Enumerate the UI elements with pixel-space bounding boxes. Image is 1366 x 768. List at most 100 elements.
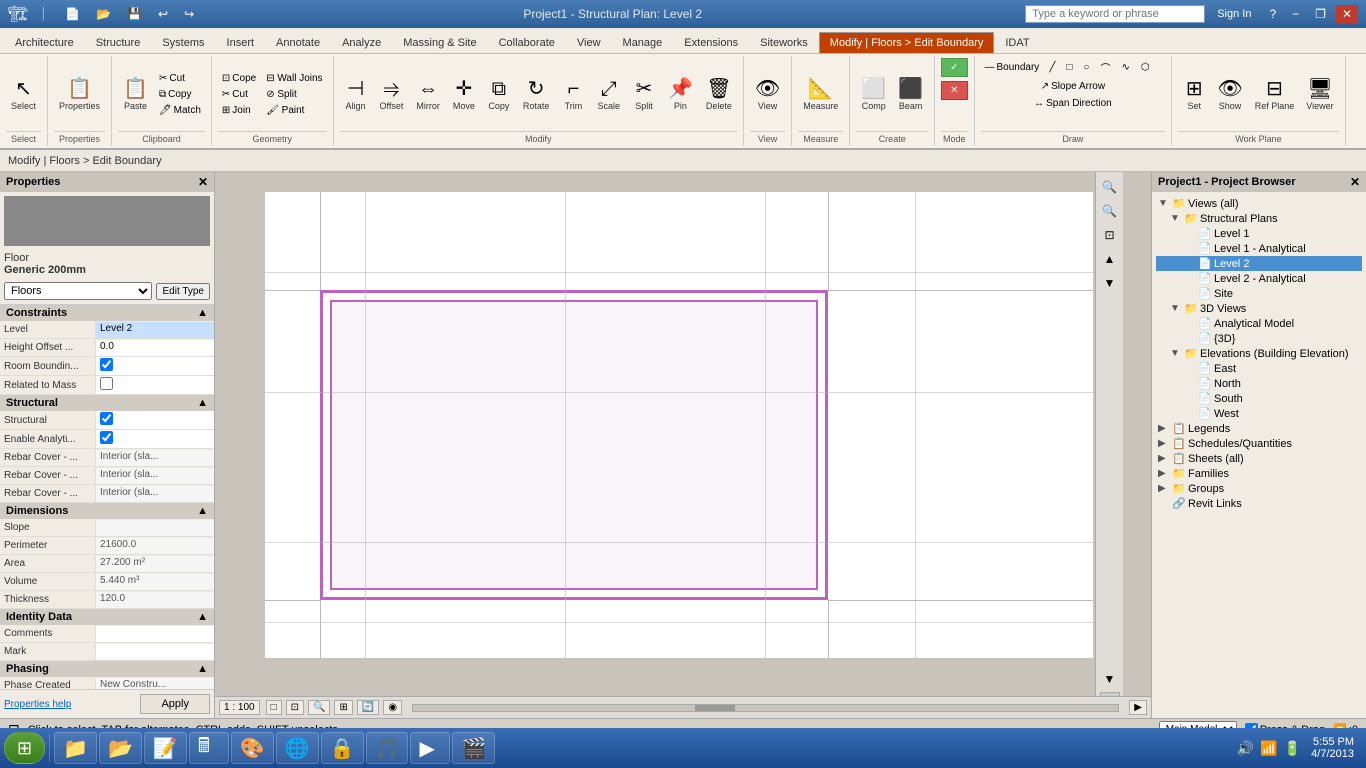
draw-rect-btn[interactable]: □ bbox=[1062, 58, 1076, 77]
scroll-up-btn[interactable]: ▲ bbox=[1099, 248, 1121, 270]
tree-item-revit-links[interactable]: 🔗 Revit Links bbox=[1156, 496, 1362, 511]
set-btn[interactable]: ⊞ Set bbox=[1178, 76, 1210, 114]
span-direction-btn[interactable]: ↔ Span Direction bbox=[1030, 96, 1116, 111]
tab-idat[interactable]: IDAT bbox=[994, 32, 1040, 53]
move-btn[interactable]: ✛ Move bbox=[448, 76, 480, 114]
room-bounding-value[interactable] bbox=[95, 357, 214, 375]
copy-btn[interactable]: ⧉ Copy bbox=[155, 87, 205, 102]
tree-item-structural-plans[interactable]: ▼ 📁 Structural Plans bbox=[1156, 211, 1362, 226]
restore-btn[interactable]: ❐ bbox=[1309, 5, 1332, 23]
cut-geometry-btn[interactable]: ✂ Cut bbox=[218, 87, 260, 102]
beam-system-btn[interactable]: ⬛ Beam bbox=[893, 76, 928, 114]
taskbar-security[interactable]: 🔒 bbox=[321, 732, 364, 764]
quick-access-new[interactable]: 📄 bbox=[59, 5, 86, 23]
tree-item-schedules[interactable]: ▶ 📋 Schedules/Quantities bbox=[1156, 436, 1362, 451]
offset-btn[interactable]: ⥤ Offset bbox=[375, 76, 409, 114]
taskbar-media[interactable]: 🎵 bbox=[366, 732, 409, 764]
tree-item-level1-analytical[interactable]: 📄 Level 1 - Analytical bbox=[1156, 241, 1362, 256]
help-btn[interactable]: ? bbox=[1263, 5, 1282, 23]
tray-icon-1[interactable]: 🔊 bbox=[1237, 740, 1254, 757]
pb-close-btn[interactable]: ✕ bbox=[1350, 175, 1360, 189]
view-ribbon-btn[interactable]: 👁 View bbox=[750, 76, 785, 114]
finish-mode-btn[interactable]: ✓ bbox=[941, 58, 967, 77]
apply-button[interactable]: Apply bbox=[140, 694, 210, 714]
structural-checkbox[interactable] bbox=[100, 412, 113, 425]
quick-access-undo[interactable]: ↩ bbox=[152, 5, 174, 23]
tree-item-west[interactable]: 📄 West bbox=[1156, 406, 1362, 421]
pin-btn[interactable]: 📌 Pin bbox=[663, 76, 698, 114]
cancel-mode-btn[interactable]: ✕ bbox=[941, 81, 967, 100]
view-control-2[interactable]: ⊡ bbox=[286, 700, 304, 715]
edit-type-btn[interactable]: Edit Type bbox=[156, 283, 210, 300]
view-control-3[interactable]: 🔍 bbox=[308, 700, 330, 715]
start-button[interactable]: ⊞ bbox=[4, 732, 45, 764]
view-control-5[interactable]: 🔄 bbox=[357, 700, 379, 715]
close-btn[interactable]: ✕ bbox=[1336, 5, 1358, 23]
select-btn[interactable]: ↖ Select bbox=[6, 76, 41, 114]
ref-plane-btn[interactable]: ⊟ Ref Plane bbox=[1250, 76, 1300, 114]
tree-item-south[interactable]: 📄 South bbox=[1156, 391, 1362, 406]
match-btn[interactable]: 🖊 Match bbox=[155, 103, 205, 118]
related-mass-checkbox[interactable] bbox=[100, 377, 113, 390]
draw-poly-btn[interactable]: ⬡ bbox=[1137, 58, 1154, 77]
zoom-in-btn[interactable]: 🔍 bbox=[1099, 176, 1121, 198]
tab-collaborate[interactable]: Collaborate bbox=[488, 32, 566, 53]
delete-btn[interactable]: 🗑 Delete bbox=[701, 76, 737, 114]
scroll-down-btn[interactable]: ▼ bbox=[1099, 272, 1121, 294]
quick-access-open[interactable]: 📂 bbox=[90, 5, 117, 23]
tab-siteworks[interactable]: Siteworks bbox=[749, 32, 819, 53]
rotate-btn[interactable]: ↻ Rotate bbox=[518, 76, 555, 114]
quick-access-redo[interactable]: ↪ bbox=[178, 5, 200, 23]
align-btn[interactable]: ⊣ Align bbox=[340, 76, 372, 114]
phasing-section[interactable]: Phasing ▲ bbox=[0, 661, 214, 677]
level-value[interactable]: Level 2 bbox=[95, 322, 214, 338]
properties-ribbon-btn[interactable]: 📋 Properties bbox=[54, 76, 105, 114]
tree-item-elevations[interactable]: ▼ 📁 Elevations (Building Elevation) bbox=[1156, 346, 1362, 361]
taskbar-docs[interactable]: 📂 bbox=[99, 732, 142, 764]
comments-value[interactable] bbox=[95, 626, 214, 642]
copy-modify-btn[interactable]: ⧉ Copy bbox=[483, 76, 515, 114]
canvas-hscrollbar[interactable] bbox=[412, 704, 1119, 712]
scale-selector-btn[interactable]: 1 : 100 bbox=[219, 700, 260, 715]
quick-access-save[interactable]: 💾 bbox=[121, 5, 148, 23]
tree-item-level2-analytical[interactable]: 📄 Level 2 - Analytical bbox=[1156, 271, 1362, 286]
show-btn[interactable]: 👁 Show bbox=[1212, 76, 1247, 114]
tab-annotate[interactable]: Annotate bbox=[265, 32, 331, 53]
tree-item-3d-views[interactable]: ▼ 📁 3D Views bbox=[1156, 301, 1362, 316]
identity-section[interactable]: Identity Data ▲ bbox=[0, 609, 214, 625]
tree-item-level1[interactable]: 📄 Level 1 bbox=[1156, 226, 1362, 241]
tab-extensions[interactable]: Extensions bbox=[673, 32, 749, 53]
split-btn[interactable]: ⊘ Split bbox=[262, 87, 326, 102]
floor-type-dropdown[interactable]: Floors bbox=[4, 282, 152, 300]
taskbar-video[interactable]: 🎬 bbox=[452, 732, 495, 764]
draw-arc-btn[interactable]: ⌒ bbox=[1096, 58, 1114, 77]
sign-in-link[interactable]: Sign In bbox=[1209, 8, 1259, 20]
taskbar-explorer[interactable]: 📁 bbox=[54, 732, 97, 764]
search-input[interactable] bbox=[1025, 5, 1205, 23]
tray-icon-3[interactable]: 🔋 bbox=[1284, 740, 1301, 757]
taskbar-clock[interactable]: 5:55 PM 4/7/2013 bbox=[1311, 736, 1362, 760]
taskbar-notepad[interactable]: 📝 bbox=[144, 732, 187, 764]
draw-spline-btn[interactable]: ∿ bbox=[1117, 58, 1133, 77]
canvas-content[interactable]: 🔍 🔍 ⊡ ▲ ▼ ▼ bbox=[215, 172, 1123, 718]
tray-icon-2[interactable]: 📶 bbox=[1260, 740, 1277, 757]
tab-architecture[interactable]: Architecture bbox=[4, 32, 85, 53]
tree-item-sheets[interactable]: ▶ 📋 Sheets (all) bbox=[1156, 451, 1362, 466]
tab-view[interactable]: View bbox=[566, 32, 612, 53]
constraints-section[interactable]: Constraints ▲ bbox=[0, 305, 214, 321]
taskbar-browser[interactable]: 🌐 bbox=[276, 732, 319, 764]
paint-btn[interactable]: 🖌 Paint bbox=[262, 103, 326, 118]
tab-manage[interactable]: Manage bbox=[612, 32, 674, 53]
draw-circle-btn[interactable]: ○ bbox=[1079, 58, 1093, 77]
mirror-btn[interactable]: ⇔ Mirror bbox=[411, 76, 445, 114]
properties-close-btn[interactable]: ✕ bbox=[198, 175, 208, 189]
cope-btn[interactable]: ⊡ Cope bbox=[218, 71, 260, 86]
structural-section[interactable]: Structural ▲ bbox=[0, 395, 214, 411]
component-btn[interactable]: ⬜ Comp bbox=[856, 76, 891, 114]
scroll-bottom-btn[interactable]: ▼ bbox=[1099, 668, 1121, 690]
room-bounding-checkbox[interactable] bbox=[100, 358, 113, 371]
tree-item-families[interactable]: ▶ 📁 Families bbox=[1156, 466, 1362, 481]
cut-btn[interactable]: ✂ Cut bbox=[155, 71, 205, 86]
tree-item-analytical-model[interactable]: 📄 Analytical Model bbox=[1156, 316, 1362, 331]
enable-analytical-value[interactable] bbox=[95, 430, 214, 448]
